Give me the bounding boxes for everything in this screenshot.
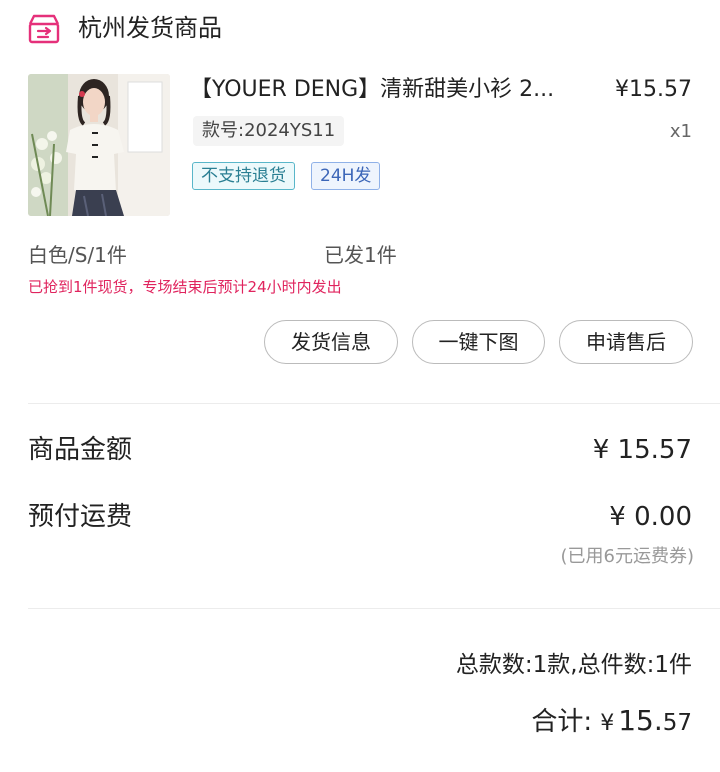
total-label: 合计: xyxy=(531,707,593,737)
goods-amount-label: 商品金额 xyxy=(28,435,133,465)
order-summary: 总款数:1款,总件数:1件 xyxy=(455,652,692,678)
divider xyxy=(28,608,720,609)
tag-no-return: 不支持退货 xyxy=(192,162,295,190)
total-integer: 15. xyxy=(618,704,663,737)
product-quantity: x1 xyxy=(669,121,692,142)
variant-spec: 白色/S/1件 xyxy=(28,243,127,267)
freight-value: ¥ 0.00 xyxy=(609,502,692,532)
order-total: 合计: ¥15.57 xyxy=(531,701,692,745)
style-number: 款号:2024YS11 xyxy=(193,116,345,146)
freight-label: 预付运费 xyxy=(28,502,133,532)
total-decimal: 57 xyxy=(662,710,692,736)
shipped-count: 已发1件 xyxy=(324,243,397,267)
after-sale-button[interactable]: 申请售后 xyxy=(559,320,693,364)
product-price: ¥15.57 xyxy=(615,77,692,102)
goods-amount-value: ¥ 15.57 xyxy=(592,435,692,465)
tag-24h-ship: 24H发 xyxy=(311,162,381,190)
stock-notice: 已抢到1件现货，专场结束后预计24小时内发出 xyxy=(28,278,342,296)
total-currency: ¥ xyxy=(600,711,615,736)
product-title[interactable]: 【YOUER DENG】清新甜美小衫 2... xyxy=(190,74,600,106)
warehouse-icon xyxy=(28,14,60,44)
product-thumbnail[interactable] xyxy=(28,74,170,216)
product-card[interactable]: 【YOUER DENG】清新甜美小衫 2... ¥15.57 款号:2024YS… xyxy=(0,70,720,220)
divider xyxy=(28,403,720,404)
coupon-note: (已用6元运费券) xyxy=(560,546,695,567)
download-images-button[interactable]: 一键下图 xyxy=(412,320,545,364)
section-header: 杭州发货商品 xyxy=(0,0,720,58)
shipping-info-button[interactable]: 发货信息 xyxy=(264,320,398,364)
section-title: 杭州发货商品 xyxy=(78,14,222,42)
